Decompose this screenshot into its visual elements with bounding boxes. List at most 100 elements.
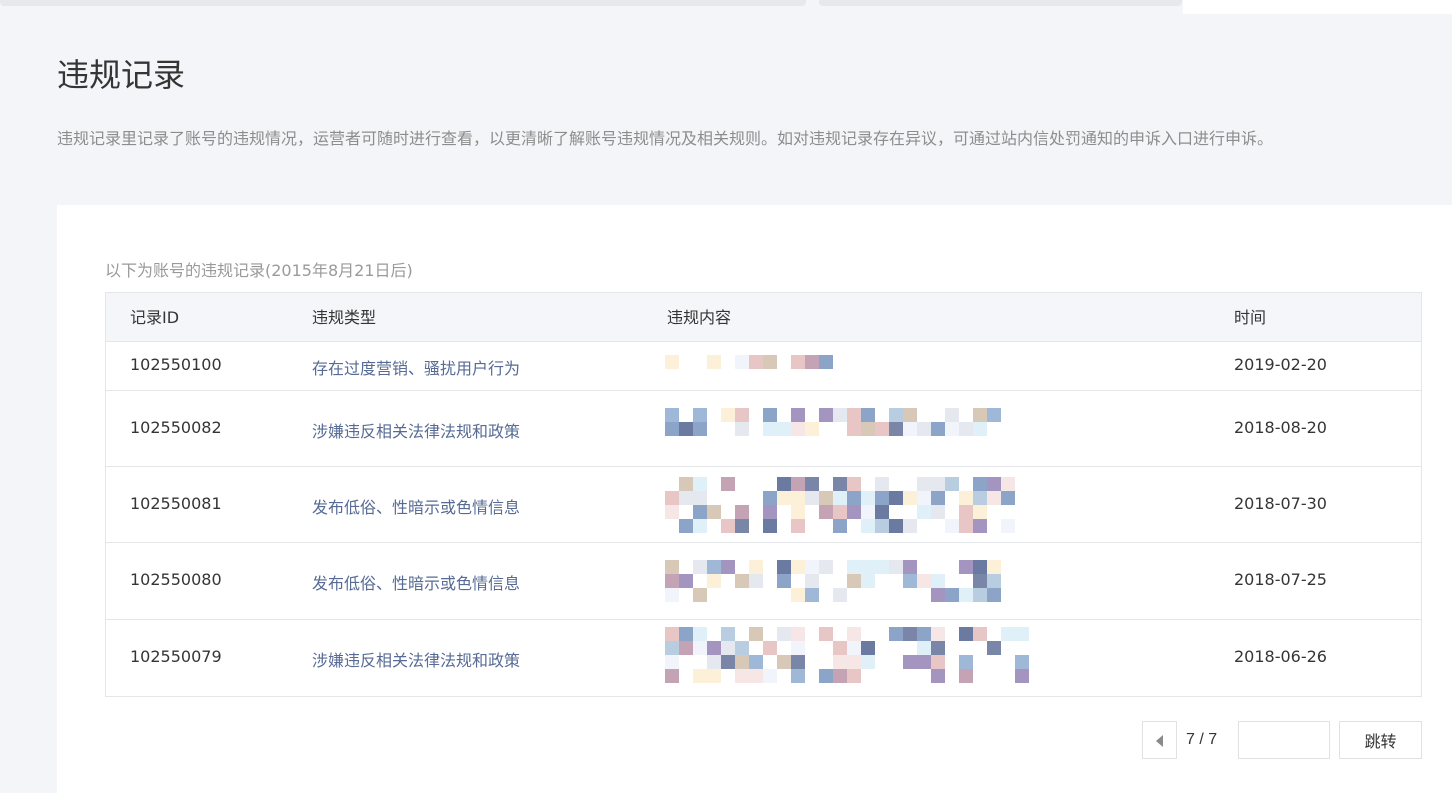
top-tab-1[interactable]: [0, 0, 806, 6]
mosaic-cell: [721, 627, 735, 641]
mosaic-cell: [1001, 505, 1015, 519]
mosaic-cell: [945, 627, 959, 641]
mosaic-cell: [665, 355, 679, 369]
top-tab-2[interactable]: [819, 0, 1182, 6]
mosaic-cell: [805, 505, 819, 519]
mosaic-cell: [665, 560, 679, 574]
mosaic-cell: [931, 669, 945, 683]
mosaic-cell: [931, 491, 945, 505]
mosaic-cell: [791, 519, 805, 533]
mosaic-cell: [847, 355, 861, 369]
mosaic-cell: [931, 627, 945, 641]
mosaic-cell: [959, 560, 973, 574]
mosaic-cell: [749, 574, 763, 588]
mosaic-cell: [903, 655, 917, 669]
mosaic-cell: [735, 505, 749, 519]
mosaic-cell: [903, 477, 917, 491]
record-type-link[interactable]: 发布低俗、性暗示或色情信息: [312, 494, 520, 518]
mosaic-cell: [959, 627, 973, 641]
mosaic-cell: [875, 641, 889, 655]
mosaic-cell: [805, 588, 819, 602]
mosaic-cell: [973, 505, 987, 519]
mosaic-cell: [861, 641, 875, 655]
mosaic-cell: [917, 560, 931, 574]
record-type-link[interactable]: 涉嫌违反相关法律法规和政策: [312, 647, 520, 671]
mosaic-cell: [1015, 641, 1029, 655]
page-indicator: 7 / 7: [1186, 731, 1218, 748]
mosaic-cell: [861, 574, 875, 588]
mosaic-cell: [889, 588, 903, 602]
mosaic-cell: [721, 655, 735, 669]
mosaic-cell: [693, 355, 707, 369]
mosaic-cell: [665, 408, 679, 422]
mosaic-cell: [707, 641, 721, 655]
table-row: 102550100 存在过度营销、骚扰用户行为 2019-02-20: [106, 342, 1421, 391]
jump-button[interactable]: 跳转: [1339, 721, 1422, 759]
mosaic-cell: [679, 669, 693, 683]
mosaic-cell: [721, 560, 735, 574]
mosaic-cell: [819, 505, 833, 519]
mosaic-cell: [735, 477, 749, 491]
mosaic-cell: [777, 505, 791, 519]
mosaic-cell: [665, 655, 679, 669]
mosaic-cell: [973, 560, 987, 574]
mosaic-cell: [917, 505, 931, 519]
jump-page-input[interactable]: [1238, 721, 1330, 759]
mosaic-cell: [987, 491, 1001, 505]
mosaic-cell: [679, 655, 693, 669]
mosaic-cell: [805, 477, 819, 491]
record-id: 102550081: [130, 494, 222, 513]
mosaic-cell: [777, 627, 791, 641]
mosaic-cell: [763, 641, 777, 655]
mosaic-cell: [693, 655, 707, 669]
mosaic-cell: [903, 519, 917, 533]
mosaic-cell: [679, 505, 693, 519]
mosaic-cell: [749, 588, 763, 602]
mosaic-cell: [749, 519, 763, 533]
mosaic-cell: [847, 641, 861, 655]
mosaic-cell: [721, 491, 735, 505]
mosaic-cell: [707, 574, 721, 588]
mosaic-cell: [861, 519, 875, 533]
mosaic-cell: [847, 560, 861, 574]
mosaic-cell: [693, 560, 707, 574]
record-time: 2019-02-20: [1234, 355, 1327, 374]
mosaic-cell: [987, 669, 1001, 683]
mosaic-cell: [987, 560, 1001, 574]
content-mosaic: [665, 627, 1029, 683]
mosaic-cell: [959, 408, 973, 422]
mosaic-cell: [889, 655, 903, 669]
mosaic-cell: [819, 574, 833, 588]
top-tab-active[interactable]: [1183, 0, 1452, 14]
record-type-link[interactable]: 发布低俗、性暗示或色情信息: [312, 570, 520, 594]
mosaic-cell: [693, 422, 707, 436]
mosaic-cell: [945, 477, 959, 491]
mosaic-cell: [777, 669, 791, 683]
mosaic-cell: [749, 408, 763, 422]
mosaic-cell: [847, 655, 861, 669]
mosaic-cell: [693, 641, 707, 655]
mosaic-cell: [903, 422, 917, 436]
record-type-link[interactable]: 涉嫌违反相关法律法规和政策: [312, 418, 520, 442]
mosaic-cell: [791, 422, 805, 436]
record-time: 2018-07-30: [1234, 494, 1327, 513]
prev-page-button[interactable]: [1142, 721, 1177, 759]
mosaic-cell: [833, 355, 847, 369]
mosaic-cell: [763, 408, 777, 422]
mosaic-cell: [987, 641, 1001, 655]
mosaic-cell: [679, 627, 693, 641]
mosaic-cell: [777, 574, 791, 588]
mosaic-cell: [861, 655, 875, 669]
mosaic-cell: [707, 477, 721, 491]
mosaic-cell: [847, 408, 861, 422]
mosaic-cell: [945, 408, 959, 422]
mosaic-cell: [777, 655, 791, 669]
mosaic-cell: [763, 560, 777, 574]
mosaic-cell: [959, 422, 973, 436]
mosaic-cell: [707, 355, 721, 369]
mosaic-cell: [707, 505, 721, 519]
record-type-link[interactable]: 存在过度营销、骚扰用户行为: [312, 355, 520, 379]
mosaic-cell: [735, 574, 749, 588]
mosaic-cell: [763, 519, 777, 533]
mosaic-cell: [1001, 627, 1015, 641]
